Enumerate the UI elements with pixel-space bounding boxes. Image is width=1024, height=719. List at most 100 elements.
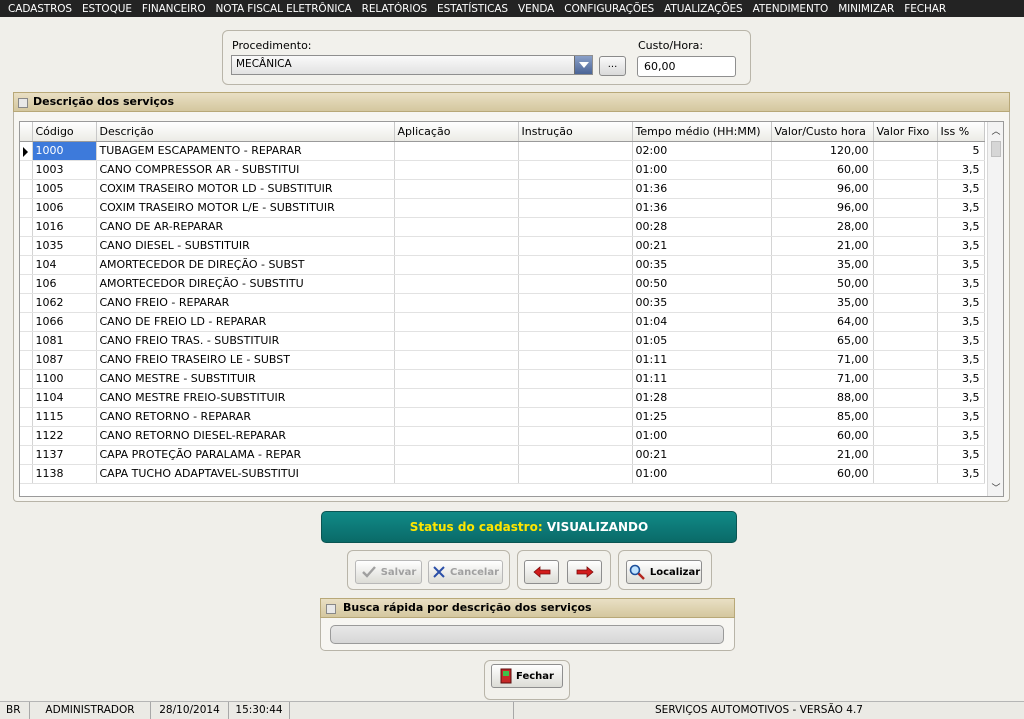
cell-codigo[interactable]: 1035 xyxy=(32,236,97,256)
cell-instrucao[interactable] xyxy=(518,179,633,199)
cell-tempo[interactable]: 01:36 xyxy=(632,198,772,218)
column-header[interactable]: Iss % xyxy=(937,122,985,142)
cell-tempo[interactable]: 02:00 xyxy=(632,141,772,161)
cell-iss[interactable]: 3,5 xyxy=(937,445,985,465)
cell-fixo[interactable] xyxy=(873,426,938,446)
cell-descricao[interactable]: AMORTECEDOR DE DIREÇÃO - SUBST xyxy=(96,255,395,275)
table-row[interactable]: 1122 CANO RETORNO DIESEL-REPARAR 01:00 60,0… xyxy=(20,426,985,446)
scroll-down-icon[interactable]: ﹀ xyxy=(988,479,1003,496)
table-row[interactable]: 1062 CANO FREIO - REPARAR 00:35 35,00 3,5 xyxy=(20,293,985,313)
cell-valor[interactable]: 60,00 xyxy=(771,426,874,446)
column-header[interactable]: Instrução xyxy=(518,122,633,142)
cell-tempo[interactable]: 01:00 xyxy=(632,464,772,484)
cell-valor[interactable]: 96,00 xyxy=(771,198,874,218)
row-indicator[interactable] xyxy=(20,445,33,465)
cell-instrucao[interactable] xyxy=(518,464,633,484)
procedimento-lookup-button[interactable]: ... xyxy=(599,56,626,76)
cell-fixo[interactable] xyxy=(873,217,938,237)
cell-codigo[interactable]: 1016 xyxy=(32,217,97,237)
menu-item-3[interactable]: NOTA FISCAL ELETRÔNICA xyxy=(211,3,357,15)
cell-aplicacao[interactable] xyxy=(394,388,519,408)
cell-fixo[interactable] xyxy=(873,293,938,313)
cell-descricao[interactable]: CANO DIESEL - SUBSTITUIR xyxy=(96,236,395,256)
vertical-scrollbar[interactable]: ︿ ﹀ xyxy=(987,122,1003,496)
cell-codigo[interactable]: 1081 xyxy=(32,331,97,351)
cell-instrucao[interactable] xyxy=(518,445,633,465)
localizar-button[interactable]: Localizar xyxy=(626,560,702,584)
cell-instrucao[interactable] xyxy=(518,255,633,275)
row-indicator[interactable] xyxy=(20,312,33,332)
cell-valor[interactable]: 28,00 xyxy=(771,217,874,237)
table-row[interactable]: 1016 CANO DE AR-REPARAR 00:28 28,00 3,5 xyxy=(20,217,985,237)
column-header[interactable]: Tempo médio (HH:MM) xyxy=(632,122,772,142)
scroll-up-icon[interactable]: ︿ xyxy=(988,122,1003,139)
cell-iss[interactable]: 3,5 xyxy=(937,426,985,446)
cell-aplicacao[interactable] xyxy=(394,464,519,484)
table-row[interactable]: 1000 TUBAGEM ESCAPAMENTO - REPARAR 02:00 12… xyxy=(20,141,985,161)
cell-instrucao[interactable] xyxy=(518,274,633,294)
cell-instrucao[interactable] xyxy=(518,350,633,370)
cell-descricao[interactable]: CAPA PROTEÇÃO PARALAMA - REPAR xyxy=(96,445,395,465)
table-row[interactable]: 1137 CAPA PROTEÇÃO PARALAMA - REPAR 00:21 2… xyxy=(20,445,985,465)
cell-descricao[interactable]: CANO RETORNO DIESEL-REPARAR xyxy=(96,426,395,446)
row-indicator[interactable] xyxy=(20,464,33,484)
cell-codigo[interactable]: 1006 xyxy=(32,198,97,218)
cell-tempo[interactable]: 00:35 xyxy=(632,255,772,275)
fechar-button[interactable]: Fechar xyxy=(491,664,563,688)
row-indicator[interactable] xyxy=(20,236,33,256)
cell-codigo[interactable]: 1122 xyxy=(32,426,97,446)
cell-valor[interactable]: 88,00 xyxy=(771,388,874,408)
cell-iss[interactable]: 3,5 xyxy=(937,350,985,370)
column-header[interactable]: Valor Fixo xyxy=(873,122,938,142)
cell-tempo[interactable]: 01:05 xyxy=(632,331,772,351)
cell-codigo[interactable]: 1062 xyxy=(32,293,97,313)
menu-item-1[interactable]: ESTOQUE xyxy=(77,3,137,15)
cell-codigo[interactable]: 1000 xyxy=(32,141,97,161)
cell-codigo[interactable]: 106 xyxy=(32,274,97,294)
cell-descricao[interactable]: CANO RETORNO - REPARAR xyxy=(96,407,395,427)
cell-aplicacao[interactable] xyxy=(394,369,519,389)
cell-iss[interactable]: 3,5 xyxy=(937,293,985,313)
cell-codigo[interactable]: 1115 xyxy=(32,407,97,427)
cell-tempo[interactable]: 00:50 xyxy=(632,274,772,294)
cell-iss[interactable]: 3,5 xyxy=(937,388,985,408)
cell-descricao[interactable]: CANO MESTRE FREIO-SUBSTITUIR xyxy=(96,388,395,408)
cell-iss[interactable]: 5 xyxy=(937,141,985,161)
cell-fixo[interactable] xyxy=(873,445,938,465)
row-indicator[interactable] xyxy=(20,388,33,408)
cell-valor[interactable]: 71,00 xyxy=(771,350,874,370)
cell-valor[interactable]: 120,00 xyxy=(771,141,874,161)
cell-fixo[interactable] xyxy=(873,274,938,294)
cell-instrucao[interactable] xyxy=(518,407,633,427)
cell-descricao[interactable]: CANO DE AR-REPARAR xyxy=(96,217,395,237)
row-indicator[interactable] xyxy=(20,255,33,275)
table-row[interactable]: 1138 CAPA TUCHO ADAPTAVEL-SUBSTITUI 01:00 6… xyxy=(20,464,985,484)
cell-descricao[interactable]: TUBAGEM ESCAPAMENTO - REPARAR xyxy=(96,141,395,161)
cell-descricao[interactable]: AMORTECEDOR DIREÇÃO - SUBSTITU xyxy=(96,274,395,294)
cell-tempo[interactable]: 01:04 xyxy=(632,312,772,332)
cell-descricao[interactable]: CANO DE FREIO LD - REPARAR xyxy=(96,312,395,332)
cell-iss[interactable]: 3,5 xyxy=(937,179,985,199)
row-indicator[interactable] xyxy=(20,160,33,180)
cell-tempo[interactable]: 01:00 xyxy=(632,160,772,180)
cell-valor[interactable]: 64,00 xyxy=(771,312,874,332)
cell-fixo[interactable] xyxy=(873,255,938,275)
row-indicator[interactable] xyxy=(20,274,33,294)
cell-descricao[interactable]: CAPA TUCHO ADAPTAVEL-SUBSTITUI xyxy=(96,464,395,484)
cell-codigo[interactable]: 1137 xyxy=(32,445,97,465)
row-indicator[interactable] xyxy=(20,426,33,446)
table-row[interactable]: 1115 CANO RETORNO - REPARAR 01:25 85,00 3,5 xyxy=(20,407,985,427)
cell-descricao[interactable]: COXIM TRASEIRO MOTOR LD - SUBSTITUIR xyxy=(96,179,395,199)
cell-codigo[interactable]: 1003 xyxy=(32,160,97,180)
cell-instrucao[interactable] xyxy=(518,236,633,256)
cell-codigo[interactable]: 104 xyxy=(32,255,97,275)
row-indicator[interactable] xyxy=(20,369,33,389)
row-indicator[interactable] xyxy=(20,217,33,237)
cell-aplicacao[interactable] xyxy=(394,236,519,256)
save-button[interactable]: Salvar xyxy=(355,560,422,584)
cell-tempo[interactable]: 01:25 xyxy=(632,407,772,427)
cell-instrucao[interactable] xyxy=(518,217,633,237)
cell-aplicacao[interactable] xyxy=(394,426,519,446)
cell-fixo[interactable] xyxy=(873,350,938,370)
cell-tempo[interactable]: 00:28 xyxy=(632,217,772,237)
